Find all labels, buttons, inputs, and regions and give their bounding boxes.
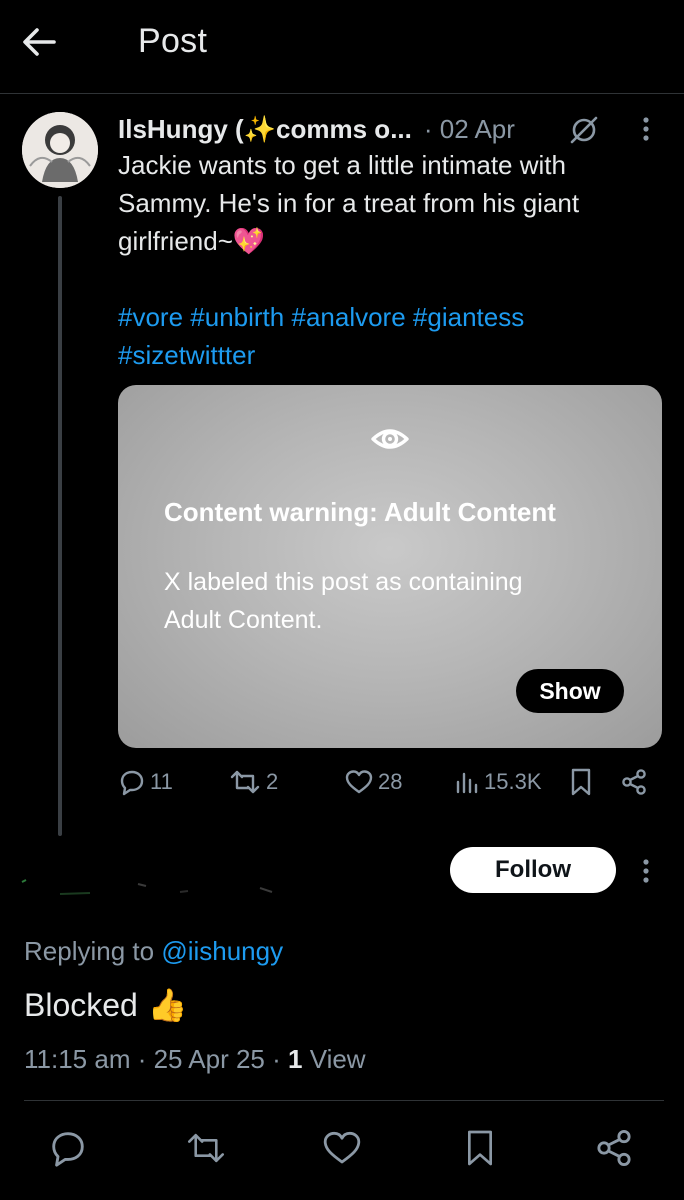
- analytics-icon: [456, 772, 478, 794]
- page-title: Post: [138, 22, 208, 60]
- sparkling-heart-emoji: 💖: [232, 226, 266, 256]
- views-action[interactable]: 15.3K: [454, 764, 542, 800]
- like-button[interactable]: [320, 1126, 364, 1170]
- hashtag-link[interactable]: #sizetwittter: [118, 340, 255, 370]
- bookmark-action[interactable]: [568, 764, 598, 800]
- bookmark-icon: [468, 1130, 492, 1166]
- reply-text: Blocked 👍: [24, 986, 188, 1024]
- hashtag-link[interactable]: #unbirth: [190, 302, 284, 332]
- repost-action[interactable]: 2: [228, 764, 278, 800]
- hashtags: #vore #unbirth #analvore #giantess #size…: [118, 298, 658, 374]
- author-name-rest[interactable]: comms o...: [276, 114, 412, 145]
- reply-body: Blocked: [24, 986, 138, 1023]
- back-button[interactable]: [22, 18, 82, 66]
- share-button[interactable]: [592, 1126, 636, 1170]
- sparkle-emoji: ✨: [243, 113, 277, 144]
- mention-link[interactable]: @iishungy: [161, 936, 283, 966]
- bookmark-icon: [571, 768, 591, 796]
- arrow-left-icon: [23, 28, 56, 56]
- content-warning-body: X labeled this post as containing Adult …: [164, 563, 634, 639]
- repost-icon: [188, 1133, 224, 1163]
- content-warning-line: X labeled this post as containing: [164, 568, 523, 596]
- repost-button[interactable]: [184, 1126, 228, 1170]
- reply-count: 11: [150, 769, 173, 794]
- replying-to: Replying to @iishungy: [24, 936, 283, 967]
- hashtag-link[interactable]: #vore: [118, 302, 183, 332]
- author-name[interactable]: IlsHungy (: [118, 114, 244, 145]
- heart-icon: [345, 770, 373, 794]
- content-warning-card[interactable]: Content warning: Adult Content X labeled…: [118, 385, 662, 748]
- post-text-line: Sammy. He's in for a treat from his gian…: [118, 188, 580, 218]
- hashtag-link[interactable]: #analvore: [291, 302, 405, 332]
- author-avatar[interactable]: [22, 112, 98, 188]
- post-text-line: girlfriend~💖: [118, 222, 658, 260]
- reply-view-label: View: [302, 1044, 366, 1074]
- reply-action[interactable]: 11: [118, 764, 173, 800]
- repost-icon: [230, 770, 260, 794]
- reply-button[interactable]: [46, 1126, 90, 1170]
- reply-icon: [52, 1132, 84, 1167]
- bookmark-button[interactable]: [458, 1126, 502, 1170]
- thumbs-up-emoji: 👍: [147, 987, 188, 1023]
- eye-icon: [370, 419, 410, 459]
- thread-line: [58, 196, 62, 836]
- post-text: Jackie wants to get a little intimate wi…: [118, 146, 658, 260]
- content-warning-line: Adult Content.: [164, 606, 323, 634]
- reply-metadata: 11:15 am · 25 Apr 25 · 1 View: [24, 1044, 366, 1075]
- divider: [24, 1100, 664, 1101]
- reply-view-count: 1: [288, 1044, 303, 1074]
- replier-identity-redacted: [20, 862, 300, 898]
- replying-prefix: Replying to: [24, 936, 162, 966]
- avatar-image: [22, 112, 98, 188]
- post-date[interactable]: · 02 Apr: [424, 114, 515, 145]
- hashtag-link[interactable]: #giantess: [413, 302, 524, 332]
- repost-count: 2: [266, 769, 279, 794]
- grok-icon[interactable]: [566, 112, 602, 148]
- header-divider: [0, 93, 684, 94]
- like-count: 28: [378, 769, 403, 794]
- heart-icon: [323, 1131, 361, 1164]
- views-count: 15.3K: [484, 769, 542, 794]
- show-button[interactable]: Show: [516, 669, 624, 713]
- share-icon: [622, 769, 646, 795]
- reply-icon: [120, 770, 144, 796]
- like-action[interactable]: 28: [344, 764, 402, 800]
- more-options-icon[interactable]: [632, 854, 660, 888]
- post-text-segment: girlfriend~: [118, 226, 233, 256]
- post-text-line: Jackie wants to get a little intimate wi…: [118, 150, 566, 180]
- reply-timestamp[interactable]: 11:15 am · 25 Apr 25 ·: [24, 1044, 288, 1074]
- share-action[interactable]: [620, 764, 652, 800]
- follow-button[interactable]: Follow: [450, 847, 616, 893]
- more-options-icon[interactable]: [632, 112, 660, 146]
- share-icon: [597, 1130, 631, 1166]
- content-warning-title: Content warning: Adult Content: [164, 497, 556, 527]
